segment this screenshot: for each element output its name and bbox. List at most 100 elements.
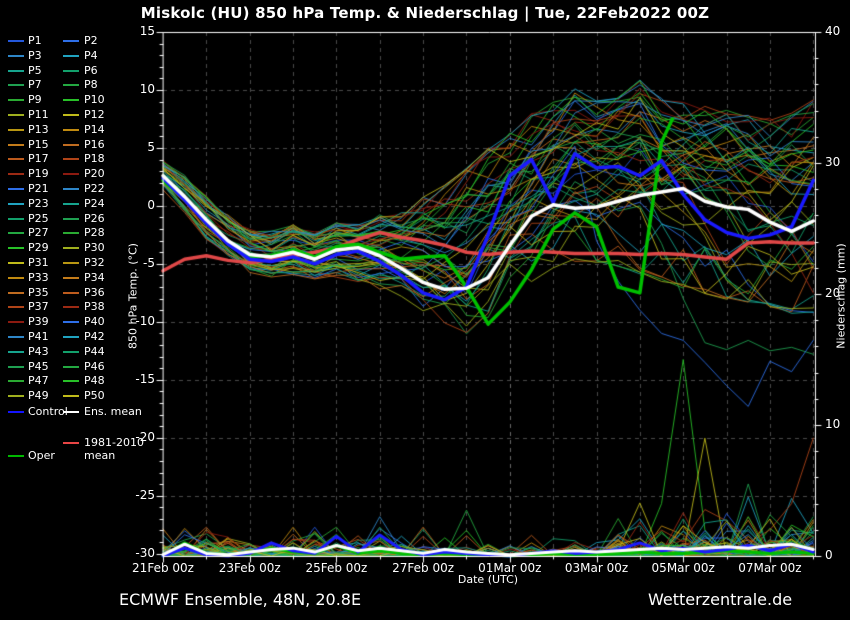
precip-tick-label: 30 — [825, 155, 850, 169]
temp-tick-label: -30 — [121, 546, 155, 560]
legend-line-swatch — [8, 218, 24, 220]
legend-line-swatch — [8, 173, 24, 175]
date-tick-label: 07Mar 00z — [730, 561, 810, 575]
legend-label: P49 — [28, 389, 49, 402]
legend-line-swatch — [8, 455, 24, 457]
legend-label: Control — [28, 405, 68, 418]
legend-line-swatch — [8, 366, 24, 368]
date-tick-label: 21Feb 00z — [123, 561, 203, 575]
legend-line-swatch — [8, 40, 24, 42]
legend-line-swatch — [8, 411, 24, 413]
legend-line-swatch — [63, 232, 79, 234]
legend-label: P24 — [84, 197, 105, 210]
legend-label: P1 — [28, 34, 42, 47]
legend-label: P36 — [84, 286, 105, 299]
legend-label: P8 — [84, 78, 98, 91]
precip-tick-label: 0 — [825, 548, 850, 562]
legend-line-swatch — [63, 129, 79, 131]
legend-label: P47 — [28, 374, 49, 387]
legend-line-swatch — [8, 70, 24, 72]
legend-label: P6 — [84, 64, 98, 77]
legend-line-swatch — [63, 173, 79, 175]
legend-label: P31 — [28, 256, 49, 269]
legend-label: P39 — [28, 315, 49, 328]
legend-label: P15 — [28, 138, 49, 151]
legend-label: P27 — [28, 226, 49, 239]
legend-line-swatch — [8, 306, 24, 308]
legend-line-swatch — [63, 262, 79, 264]
temp-tick-label: -5 — [121, 256, 155, 270]
legend-line-swatch — [63, 99, 79, 101]
legend-line-swatch — [63, 114, 79, 116]
legend-label: P7 — [28, 78, 42, 91]
legend-line-swatch — [63, 158, 79, 160]
legend-line-swatch — [63, 336, 79, 338]
legend-line-swatch — [63, 40, 79, 42]
legend-line-swatch — [8, 203, 24, 205]
legend-line-swatch — [8, 336, 24, 338]
legend-line-swatch — [8, 321, 24, 323]
legend-label: P22 — [84, 182, 105, 195]
legend-line-swatch — [8, 188, 24, 190]
legend-line-swatch — [63, 292, 79, 294]
legend-line-swatch — [63, 70, 79, 72]
date-tick-label: 25Feb 00z — [296, 561, 376, 575]
legend-label: P17 — [28, 152, 49, 165]
legend-line-swatch — [63, 247, 79, 249]
legend-line-swatch — [63, 84, 79, 86]
temp-tick-label: 0 — [121, 198, 155, 212]
legend-label: P37 — [28, 300, 49, 313]
date-tick-label: 05Mar 00z — [643, 561, 723, 575]
legend-line-swatch — [8, 351, 24, 353]
legend-label: P35 — [28, 286, 49, 299]
temp-tick-label: -25 — [121, 488, 155, 502]
temp-tick-label: 10 — [121, 82, 155, 96]
legend-label: P50 — [84, 389, 105, 402]
precip-tick-label: 40 — [825, 24, 850, 38]
legend-label: P5 — [28, 64, 42, 77]
legend-label: P38 — [84, 300, 105, 313]
legend-line-swatch — [63, 380, 79, 382]
legend-label: P4 — [84, 49, 98, 62]
legend-label: P11 — [28, 108, 49, 121]
legend-label: P29 — [28, 241, 49, 254]
legend-label: P34 — [84, 271, 105, 284]
legend-label: P18 — [84, 152, 105, 165]
legend-line-swatch — [8, 380, 24, 382]
legend-label: P41 — [28, 330, 49, 343]
legend-label: P26 — [84, 212, 105, 225]
legend-label: P48 — [84, 374, 105, 387]
legend-line-swatch — [63, 306, 79, 308]
legend-line-swatch — [63, 411, 79, 413]
legend-label: P21 — [28, 182, 49, 195]
legend-label: P33 — [28, 271, 49, 284]
legend-line-swatch — [63, 277, 79, 279]
legend-line-swatch — [8, 114, 24, 116]
legend-label: P42 — [84, 330, 105, 343]
legend-line-swatch — [8, 292, 24, 294]
legend-label: P9 — [28, 93, 42, 106]
legend-line-swatch — [8, 232, 24, 234]
legend-line-swatch — [63, 55, 79, 57]
legend-line-swatch — [8, 55, 24, 57]
legend-line-swatch — [8, 158, 24, 160]
legend-line-swatch — [8, 99, 24, 101]
legend-label: P16 — [84, 138, 105, 151]
legend-line-swatch — [8, 129, 24, 131]
legend-label: P44 — [84, 345, 105, 358]
legend-label: P40 — [84, 315, 105, 328]
legend-label: P2 — [84, 34, 98, 47]
legend-label: P25 — [28, 212, 49, 225]
date-tick-label: 01Mar 00z — [470, 561, 550, 575]
temp-tick-label: -10 — [121, 314, 155, 328]
legend-line-swatch — [63, 366, 79, 368]
legend-label: P12 — [84, 108, 105, 121]
footer-site-name: Wetterzentrale.de — [648, 590, 792, 609]
precip-tick-label: 20 — [825, 286, 850, 300]
temp-tick-label: 5 — [121, 140, 155, 154]
legend-line-swatch — [8, 395, 24, 397]
legend-line-swatch — [8, 84, 24, 86]
legend-line-swatch — [63, 351, 79, 353]
legend-line-swatch — [8, 247, 24, 249]
legend-line-swatch — [63, 144, 79, 146]
